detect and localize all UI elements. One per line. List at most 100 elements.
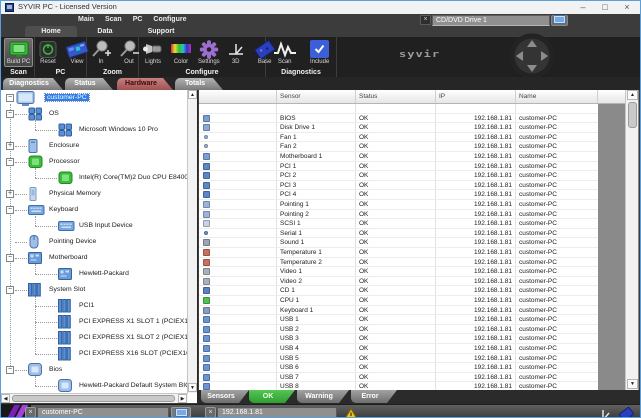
bottom-tab-error[interactable]: Error (351, 390, 397, 403)
menu-item-scan[interactable]: Scan (105, 14, 122, 26)
tree-expand-box[interactable]: + (6, 142, 14, 150)
tree-row[interactable]: − customer-PC (1, 90, 187, 106)
tree-row[interactable]: − Keyboard (1, 202, 187, 218)
menu-item-pc[interactable]: PC (133, 14, 143, 26)
tree-node-label[interactable]: Enclosure (49, 142, 79, 149)
ribbon-button-color[interactable]: Color (167, 38, 195, 67)
table-row[interactable]: Temperature 1 OK 192.168.1.81 customer-PC (199, 248, 598, 258)
table-row[interactable]: Fan 1 OK 192.168.1.81 customer-PC (199, 132, 598, 143)
table-vertical-scrollbar[interactable]: ▲ ▼ (625, 90, 638, 390)
scroll-up-button[interactable]: ▲ (188, 90, 197, 99)
table-row[interactable]: Pointing 2 OK 192.168.1.81 customer-PC (199, 209, 598, 220)
table-row[interactable]: USB 2 OK 192.168.1.81 customer-PC (199, 324, 598, 335)
scroll-thumb[interactable] (628, 102, 637, 128)
device-monitor-button[interactable] (551, 14, 568, 26)
table-row[interactable]: PCI 4 OK 192.168.1.81 customer-PC (199, 190, 598, 200)
tree-node-label[interactable]: customer-PC (44, 93, 90, 102)
ribbon-button-scan[interactable]: Scan (270, 38, 300, 67)
table-row[interactable]: Temperature 2 OK 192.168.1.81 customer-PC (199, 257, 598, 268)
tree-row[interactable]: PCI EXPRESS X16 SLOT (PCIEX16) (1, 346, 187, 362)
table-row[interactable]: CD 1 OK 192.168.1.81 customer-PC (199, 286, 598, 296)
ip-close-button[interactable]: × (205, 407, 216, 417)
minimize-button[interactable]: – (572, 1, 594, 14)
view-tab-hardware[interactable]: Hardware (117, 78, 173, 90)
tree-collapse-box[interactable]: − (6, 110, 14, 118)
menu-item-configure[interactable]: Configure (153, 14, 186, 26)
column-header-status[interactable]: Status (356, 90, 436, 103)
column-header-sensor[interactable]: Sensor (277, 90, 356, 103)
ribbon-button-3d[interactable]: 3D (223, 38, 249, 67)
table-row[interactable]: USB 7 OK 192.168.1.81 customer-PC (199, 372, 598, 383)
table-row[interactable]: Motherboard 1 OK 192.168.1.81 customer-PC (199, 152, 598, 162)
column-header-name[interactable]: Name (516, 90, 598, 103)
tree-node-label[interactable]: PCI EXPRESS X1 SLOT 1 (PCIEX1 1) (79, 318, 187, 325)
table-row[interactable]: USB 5 OK 192.168.1.81 customer-PC (199, 353, 598, 364)
column-header-icon[interactable] (199, 90, 277, 103)
tree-row[interactable]: + Physical Memory (1, 186, 187, 202)
tree-node-label[interactable]: Microsoft Windows 10 Pro (79, 126, 158, 133)
tree-row[interactable]: Microsoft Windows 10 Pro (1, 122, 187, 138)
host-monitor-button[interactable] (171, 407, 191, 417)
table-row[interactable]: PCI 1 OK 192.168.1.81 customer-PC (199, 161, 598, 172)
table-row[interactable]: PCI 3 OK 192.168.1.81 customer-PC (199, 180, 598, 191)
device-field[interactable]: CD/DVD Drive 1 (432, 14, 550, 26)
close-button[interactable]: × (616, 1, 638, 14)
tree-horizontal-scrollbar[interactable]: ◀ ▶ (1, 393, 188, 403)
tree-node-label[interactable]: Physical Memory (49, 190, 101, 197)
table-row[interactable]: USB 3 OK 192.168.1.81 customer-PC (199, 334, 598, 344)
bottom-tab-ok[interactable]: OK (249, 390, 295, 403)
scroll-right-button[interactable]: ▶ (178, 394, 187, 403)
tree-row[interactable]: + Enclosure (1, 138, 187, 154)
ribbon-button-include[interactable]: Include (307, 38, 332, 67)
scroll-left-button[interactable]: ◀ (1, 394, 10, 403)
scroll-up-button[interactable]: ▲ (627, 90, 638, 100)
tree-node-label[interactable]: PCI EXPRESS X16 SLOT (PCIEX16) (79, 350, 187, 357)
device-close-button[interactable]: × (420, 15, 431, 25)
ribbon-tab-data[interactable]: Data (79, 26, 131, 37)
host-field[interactable]: customer-PC (37, 407, 169, 417)
tree-node-label[interactable]: Keyboard (49, 206, 78, 213)
table-row[interactable]: USB 4 OK 192.168.1.81 customer-PC (199, 344, 598, 354)
ip-field[interactable]: 192.168.1.81 (217, 407, 337, 417)
tree-row[interactable]: Intel(R) Core(TM)2 Duo CPU E8400 @ 3.0 (1, 170, 187, 186)
tree-node-label[interactable]: Motherboard (49, 254, 88, 261)
tree-node-label[interactable]: Hewlett-Packard Default System BIOS (79, 382, 187, 389)
tree-row[interactable]: USB Input Device (1, 218, 187, 234)
scroll-down-button[interactable]: ▼ (188, 383, 197, 392)
tree-node-label[interactable]: PCI EXPRESS X1 SLOT 2 (PCIEX1 2) (79, 334, 187, 341)
tree-row[interactable]: Hewlett-Packard Default System BIOS (1, 378, 187, 393)
tree-row[interactable]: PCI EXPRESS X1 SLOT 1 (PCIEX1 1) (1, 314, 187, 330)
tree-collapse-box[interactable]: − (6, 158, 14, 166)
view-tab-totals[interactable]: Totals (175, 78, 223, 90)
bottom-tab-warning[interactable]: Warning (297, 390, 349, 403)
ribbon-tab-support[interactable]: Support (133, 26, 189, 37)
tree-row[interactable]: − Bios (1, 362, 187, 378)
tree-row[interactable]: Pointing Device (1, 234, 187, 250)
ribbon-button-settings[interactable]: Settings (195, 38, 223, 67)
table-row[interactable]: BIOS OK 192.168.1.81 customer-PC (199, 113, 598, 124)
tree-row[interactable]: − OS (1, 106, 187, 122)
table-row[interactable]: Sound 1 OK 192.168.1.81 customer-PC (199, 238, 598, 248)
tree-collapse-box[interactable]: − (6, 366, 14, 374)
table-row[interactable]: USB 8 OK 192.168.1.81 customer-PC (199, 382, 598, 390)
tree-node-label[interactable]: Intel(R) Core(TM)2 Duo CPU E8400 @ 3.0 (79, 174, 187, 181)
tree-node-label[interactable]: Processor (49, 158, 80, 165)
tree-expand-box[interactable]: + (6, 190, 14, 198)
tree-row[interactable]: − Processor (1, 154, 187, 170)
table-row[interactable]: Fan 2 OK 192.168.1.81 customer-PC (199, 142, 598, 152)
table-row[interactable]: USB 1 OK 192.168.1.81 customer-PC (199, 315, 598, 325)
tree-collapse-box[interactable]: − (6, 206, 14, 214)
table-row[interactable]: Video 1 OK 192.168.1.81 customer-PC (199, 267, 598, 277)
table-row[interactable]: USB 6 OK 192.168.1.81 customer-PC (199, 363, 598, 373)
maximize-button[interactable]: □ (594, 1, 616, 14)
ribbon-button-reset[interactable]: Reset (35, 38, 61, 67)
view-tab-diagnostics[interactable]: Diagnostics (3, 78, 63, 90)
tree-node-label[interactable]: PCI1 (79, 302, 94, 309)
table-row[interactable]: PCI 2 OK 192.168.1.81 customer-PC (199, 171, 598, 181)
menu-item-main[interactable]: Main (78, 14, 94, 26)
ribbon-button-lights[interactable]: Lights (139, 38, 167, 67)
scroll-down-button[interactable]: ▼ (627, 379, 638, 389)
ribbon-tab-home[interactable]: Home (25, 26, 77, 37)
tree-collapse-box[interactable]: − (6, 286, 14, 294)
tree-row[interactable]: PCI EXPRESS X1 SLOT 2 (PCIEX1 2) (1, 330, 187, 346)
